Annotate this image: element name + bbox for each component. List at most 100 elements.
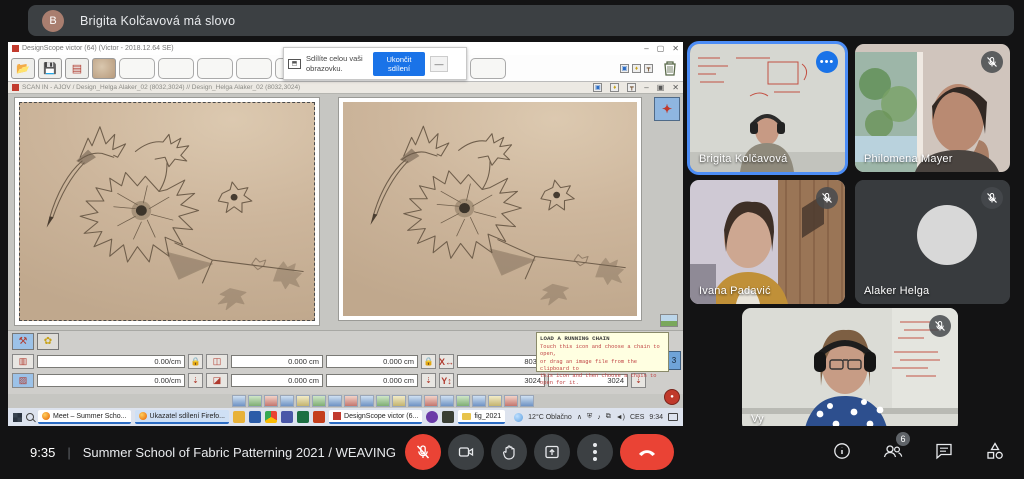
video-tile-philomena[interactable]: Philomena Mayer xyxy=(855,44,1010,172)
mic-muted-icon xyxy=(981,187,1003,209)
present-screen-button[interactable] xyxy=(534,434,570,470)
keyboard-layout: CES xyxy=(630,414,644,421)
x-size-field: 0.000 cm xyxy=(326,355,418,368)
excel-icon xyxy=(297,411,309,423)
taskbar-app-folder: fig_2021 xyxy=(458,410,505,424)
mic-toggle-button[interactable] xyxy=(405,434,441,470)
empty-slot xyxy=(119,58,155,79)
doc-restore-icon: ▣ xyxy=(657,83,665,92)
arrow-down-icon: ⇣ xyxy=(188,373,203,388)
notification-icon xyxy=(668,413,678,421)
pinned-app-icon xyxy=(233,411,245,423)
participant-name: Brigita Kolčavová xyxy=(699,153,787,165)
tooltip-title: LOAD A RUNNING CHAIN xyxy=(540,335,665,342)
chrome-icon xyxy=(265,411,277,423)
video-tile-ivana[interactable]: Ivana Padavić xyxy=(690,180,845,304)
start-button-icon xyxy=(13,413,22,422)
speaker-banner: B Brigita Kolčavová má slovo xyxy=(28,5,1014,36)
empty-slot xyxy=(236,58,272,79)
firefox-icon xyxy=(42,412,50,420)
participants-button[interactable]: 6 xyxy=(880,436,906,466)
empty-slot xyxy=(158,58,194,79)
tooltip-body: Touch this icon and choose a chain to op… xyxy=(540,344,665,388)
x-offset-field: 0.000 cm xyxy=(231,355,323,368)
lock-icon: 🔒 xyxy=(421,354,436,369)
meeting-details-button[interactable] xyxy=(829,436,855,466)
scan-panel-left xyxy=(14,97,320,326)
empty-slot xyxy=(197,58,233,79)
window-controls: – ▢ ✕ xyxy=(644,44,679,53)
windows-taskbar: Meet – Summer Scho... Ukazatel sdílení F… xyxy=(8,408,683,426)
x-axis-icon: X↔ xyxy=(439,354,454,369)
dock-tool-icon xyxy=(312,395,326,407)
y-offset-field: 0.000 cm xyxy=(231,374,323,387)
dock-tool-icon xyxy=(392,395,406,407)
meet-control-bar: 9:35 | Summer School of Fabric Patternin… xyxy=(0,426,1024,479)
participant-name: Philomena Mayer xyxy=(864,153,953,165)
app-icon xyxy=(12,45,19,52)
video-tile-alaker[interactable]: Alaker Helga xyxy=(855,180,1010,304)
video-tile-brigita[interactable]: ••• Brigita Kolčavová xyxy=(690,44,845,172)
dock-tool-icon xyxy=(408,395,422,407)
dock-tool-icon xyxy=(248,395,262,407)
speaker-banner-text: Brigita Kolčavová má slovo xyxy=(80,14,235,28)
more-dots-icon xyxy=(593,443,597,461)
mic-muted-icon xyxy=(981,51,1003,73)
meeting-clock: 9:35 xyxy=(30,445,55,460)
lamp-mini-icon: ♦ xyxy=(632,64,641,73)
camera-toggle-button[interactable] xyxy=(448,434,484,470)
open-folder-icon: 📂 xyxy=(11,58,35,79)
speaker-avatar: B xyxy=(42,10,64,32)
scanned-drawing-left xyxy=(19,102,315,321)
tool-mode-button: ✿ xyxy=(37,333,59,350)
folder-icon xyxy=(462,413,471,420)
document-titlebar: SCAN IN - AJOV / Design_Helga Alaker_02 … xyxy=(8,82,683,94)
hide-notification-button: — xyxy=(430,56,448,72)
doc-minimize-icon: – xyxy=(644,83,648,92)
save-icon: 💾 xyxy=(38,58,62,79)
document-window-controls: ▣ ♦ ┳ – ▣ ✕ xyxy=(593,83,679,92)
stop-button: ● xyxy=(664,389,680,405)
dock-tool-icon xyxy=(504,395,518,407)
tray-expander-icon: ∧ xyxy=(577,413,582,421)
leave-call-button[interactable] xyxy=(620,434,674,470)
hammer-mini-icon: ┳ xyxy=(644,64,653,73)
chain-tooltip: LOAD A RUNNING CHAIN Touch this icon and… xyxy=(536,332,669,372)
more-options-button[interactable] xyxy=(577,434,613,470)
share-notification-text: Sdílíte celou vaši obrazovku. xyxy=(306,54,368,73)
mic-muted-icon xyxy=(929,315,951,337)
taskbar-app-designscope: DesignScope victor (6... xyxy=(329,410,422,424)
video-tile-self[interactable]: Vy xyxy=(742,308,958,432)
share-notification: ⬒ Sdílíte celou vaši obrazovku. Ukončit … xyxy=(283,47,467,80)
chat-button[interactable] xyxy=(931,436,957,466)
dock-tool-icon xyxy=(344,395,358,407)
close-icon: ✕ xyxy=(672,44,679,53)
teams-icon xyxy=(281,411,293,423)
designscope-icon xyxy=(333,412,341,420)
dock-tool-icon xyxy=(232,395,246,407)
tool-mode-button-active: ⚒ xyxy=(12,333,34,350)
warp-comb-icon: ▥ xyxy=(12,354,34,369)
pinned-app-icon xyxy=(426,411,438,423)
document-title: SCAN IN - AJOV / Design_Helga Alaker_02 … xyxy=(22,84,300,91)
screen-share-surface[interactable]: DesignScope victor (64) (Victor - 2018.1… xyxy=(8,42,683,426)
document-icon xyxy=(12,84,19,91)
y-pixels-field: 3024 xyxy=(457,374,545,387)
tray-shield-icon: ⛨ xyxy=(587,413,592,421)
dock-tool-icon xyxy=(376,395,390,407)
scroll-value-button: 3 xyxy=(667,351,681,370)
scanned-drawing-right xyxy=(343,102,637,316)
firefox-icon xyxy=(139,412,147,420)
tile-more-options-button[interactable]: ••• xyxy=(816,51,838,73)
repeat-icon: ◫ xyxy=(206,354,228,369)
raise-hand-button[interactable] xyxy=(491,434,527,470)
scan-canvas: ✦ xyxy=(8,94,683,330)
powerpoint-icon xyxy=(313,411,325,423)
dock-tool-icon xyxy=(488,395,502,407)
tray-mic-icon: ♪ xyxy=(597,414,601,421)
activities-button[interactable] xyxy=(982,436,1008,466)
taskbar-clock: 9:34 xyxy=(649,414,663,421)
warp-density-field: 0.00/cm xyxy=(37,355,185,368)
x-pixels-field: 8032 xyxy=(457,355,545,368)
scan-control-panel: ⚒ ✿ ▥ 0.00/cm 🔒 ◫ 0.000 cm 0.000 cm 🔒 X↔… xyxy=(8,330,683,394)
